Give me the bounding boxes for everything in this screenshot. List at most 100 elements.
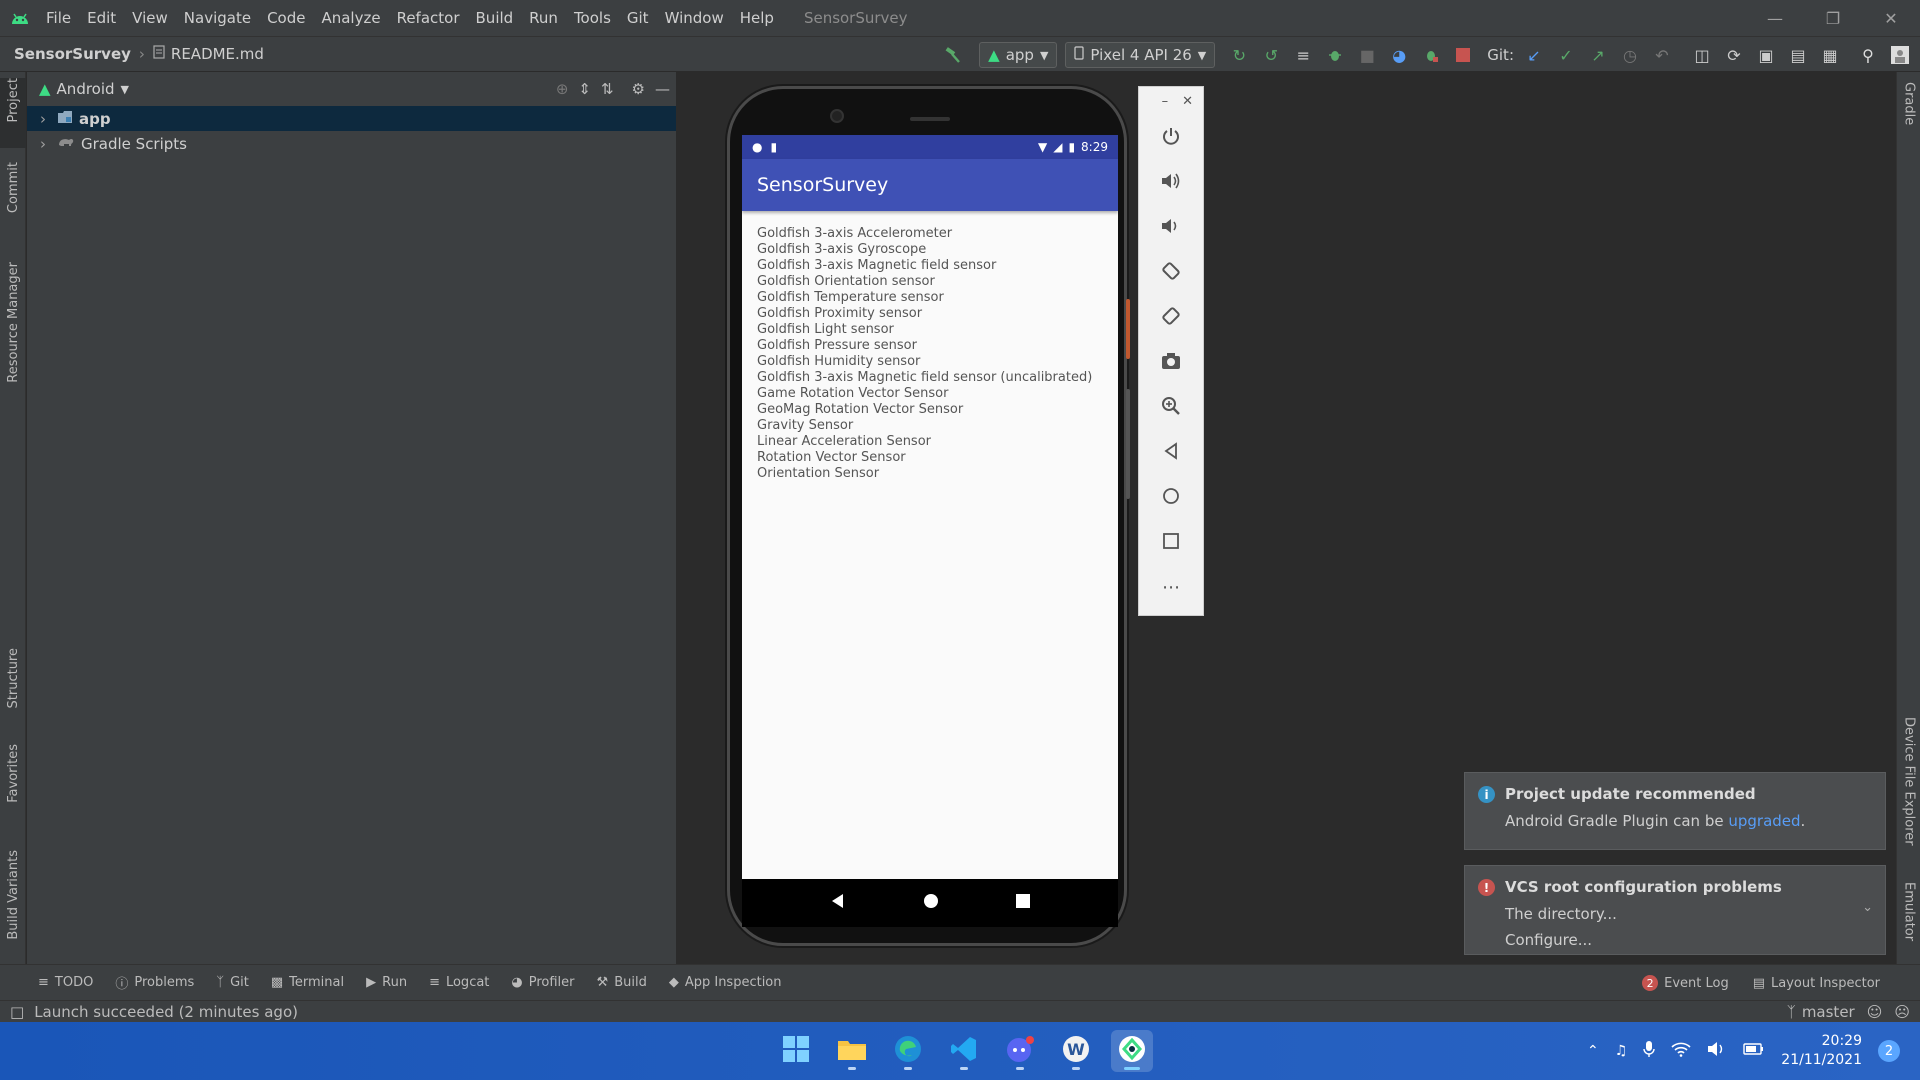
menu-navigate[interactable]: Navigate <box>176 0 259 36</box>
tab-build[interactable]: ⚒ Build <box>597 975 647 990</box>
tab-build-variants[interactable]: Build Variants <box>0 850 26 960</box>
device-overview-button[interactable] <box>1015 894 1030 912</box>
debug-bug-icon[interactable] <box>1321 41 1349 69</box>
avd-manager-icon[interactable]: ▣ <box>1752 41 1780 69</box>
emulator-volume-down-button[interactable] <box>1139 205 1203 250</box>
tab-device-file-explorer[interactable]: Device File Explorer <box>1897 717 1920 867</box>
emulator-power-button[interactable] <box>1139 115 1203 160</box>
emulator-more-button[interactable]: ⋯ <box>1139 565 1203 610</box>
menu-view[interactable]: View <box>124 0 176 36</box>
device-manager-icon[interactable]: ▦ <box>1816 41 1844 69</box>
git-history-clock-icon[interactable]: ◷ <box>1616 41 1644 69</box>
menu-code[interactable]: Code <box>259 0 313 36</box>
collapse-all-icon[interactable]: ⇅ <box>601 80 614 98</box>
audio-device-icon[interactable]: ♫ <box>1615 1043 1628 1059</box>
emulator-close-button[interactable]: ✕ <box>1182 94 1193 109</box>
breadcrumb-file[interactable]: README.md <box>153 45 264 63</box>
hide-panel-icon[interactable]: — <box>655 80 670 98</box>
device-back-button[interactable] <box>830 893 846 913</box>
tab-project[interactable]: Project <box>0 78 26 148</box>
notification-center-badge[interactable]: 2 <box>1878 1040 1900 1062</box>
start-button[interactable] <box>775 1030 817 1072</box>
tab-logcat[interactable]: ≡ Logcat <box>429 975 489 990</box>
configure-link[interactable]: Configure... <box>1505 931 1871 949</box>
menu-file[interactable]: File <box>38 0 79 36</box>
menu-edit[interactable]: Edit <box>79 0 124 36</box>
volume-icon[interactable] <box>1707 1041 1727 1061</box>
tab-problems[interactable]: ⓘ Problems <box>115 973 194 992</box>
git-commit-check-icon[interactable]: ✓ <box>1552 41 1580 69</box>
breadcrumb-project[interactable]: SensorSurvey <box>0 45 131 63</box>
taskbar-android-studio[interactable] <box>1111 1030 1153 1072</box>
device-select[interactable]: Pixel 4 API 26 ▼ <box>1065 42 1216 68</box>
apply-changes-restart-icon[interactable]: ↻ <box>1225 41 1253 69</box>
taskbar-edge[interactable] <box>887 1030 929 1072</box>
tab-todo[interactable]: ≡ TODO <box>38 975 93 990</box>
emulator-back-button[interactable] <box>1139 430 1203 475</box>
tab-git[interactable]: ᛉ Git <box>216 975 249 990</box>
run-configuration-select[interactable]: ▲ app ▼ <box>979 42 1058 68</box>
taskbar-vscode[interactable] <box>943 1030 985 1072</box>
git-branch-widget[interactable]: ᛉ master <box>1787 1003 1855 1021</box>
device-screen[interactable]: ● ▮ ▼ ◢ ▮ 8:29 SensorSurvey Goldfish 3-a… <box>742 135 1118 879</box>
minimize-window-button[interactable]: — <box>1746 0 1804 36</box>
menu-git[interactable]: Git <box>619 0 657 36</box>
tree-item-app[interactable]: › app <box>27 106 676 131</box>
run-coverage-icon[interactable]: ≡ <box>1289 41 1317 69</box>
close-window-button[interactable]: ✕ <box>1862 0 1920 36</box>
taskbar-discord[interactable] <box>999 1030 1041 1072</box>
stop-icon[interactable] <box>1449 41 1477 69</box>
make-project-hammer-icon[interactable] <box>939 41 967 69</box>
feedback-smile-icon[interactable]: ☺ <box>1867 1003 1883 1021</box>
expand-all-icon[interactable]: ⇕ <box>578 80 591 98</box>
chevron-down-icon[interactable]: ⌄ <box>1862 900 1873 915</box>
profiler-gauge-icon[interactable]: ◕ <box>1385 41 1413 69</box>
restore-window-button[interactable]: ❐ <box>1804 0 1862 36</box>
menu-help[interactable]: Help <box>732 0 782 36</box>
menu-build[interactable]: Build <box>468 0 522 36</box>
apply-code-changes-icon[interactable]: ↺ <box>1257 41 1285 69</box>
emulator-rotate-right-button[interactable] <box>1139 295 1203 340</box>
microphone-icon[interactable] <box>1643 1040 1655 1062</box>
tab-gradle[interactable]: Gradle <box>1897 82 1920 152</box>
menu-tools[interactable]: Tools <box>566 0 619 36</box>
tree-item-gradle-scripts[interactable]: › Gradle Scripts <box>27 131 676 156</box>
tab-profiler[interactable]: ◕ Profiler <box>511 975 574 990</box>
menu-analyze[interactable]: Analyze <box>313 0 388 36</box>
tab-event-log[interactable]: 2 Event Log <box>1642 975 1729 991</box>
emulator-minimize-button[interactable]: – <box>1162 94 1169 109</box>
menu-refactor[interactable]: Refactor <box>389 0 468 36</box>
emulator-overview-button[interactable] <box>1139 520 1203 565</box>
battery-charging-icon[interactable] <box>1743 1042 1765 1060</box>
sdk-manager-icon[interactable]: ▤ <box>1784 41 1812 69</box>
wifi-icon[interactable] <box>1671 1041 1691 1061</box>
status-message[interactable]: Launch succeeded (2 minutes ago) <box>34 1003 298 1021</box>
emulator-volume-up-button[interactable] <box>1139 160 1203 205</box>
account-avatar-icon[interactable] <box>1886 41 1914 69</box>
tab-app-inspection[interactable]: ◆ App Inspection <box>669 975 782 990</box>
gear-icon[interactable]: ⚙ <box>632 80 645 98</box>
menu-window[interactable]: Window <box>657 0 732 36</box>
taskbar-word[interactable]: W <box>1055 1030 1097 1072</box>
emulator-home-button[interactable] <box>1139 475 1203 520</box>
emulator-screenshot-button[interactable] <box>1139 340 1203 385</box>
select-opened-file-icon[interactable]: ⊕ <box>556 80 569 98</box>
git-rollback-icon[interactable]: ↶ <box>1648 41 1676 69</box>
tab-emulator[interactable]: Emulator <box>1897 882 1920 958</box>
emulator-rotate-left-button[interactable] <box>1139 250 1203 295</box>
project-structure-folder-icon[interactable]: ◫ <box>1688 41 1716 69</box>
tab-layout-inspector[interactable]: ▤ Layout Inspector <box>1753 976 1880 991</box>
feedback-sad-icon[interactable]: ☹ <box>1894 1003 1910 1021</box>
attach-debugger-icon[interactable]: ■ <box>1353 41 1381 69</box>
tab-run[interactable]: ▶ Run <box>366 975 407 990</box>
upgrade-link[interactable]: upgraded <box>1728 812 1800 830</box>
show-hidden-icons-chevron-up-icon[interactable]: ⌃ <box>1587 1043 1599 1059</box>
emulator-zoom-button[interactable] <box>1139 385 1203 430</box>
tab-resource-manager[interactable]: Resource Manager <box>0 262 26 402</box>
clock[interactable]: 20:29 21/11/2021 <box>1781 1032 1862 1070</box>
device-home-button[interactable] <box>923 893 939 913</box>
tab-structure[interactable]: Structure <box>0 648 26 728</box>
tab-terminal[interactable]: ▩ Terminal <box>271 975 344 990</box>
git-update-arrow-icon[interactable]: ↙ <box>1520 41 1548 69</box>
attach-debugger-bug-icon[interactable] <box>1417 41 1445 69</box>
